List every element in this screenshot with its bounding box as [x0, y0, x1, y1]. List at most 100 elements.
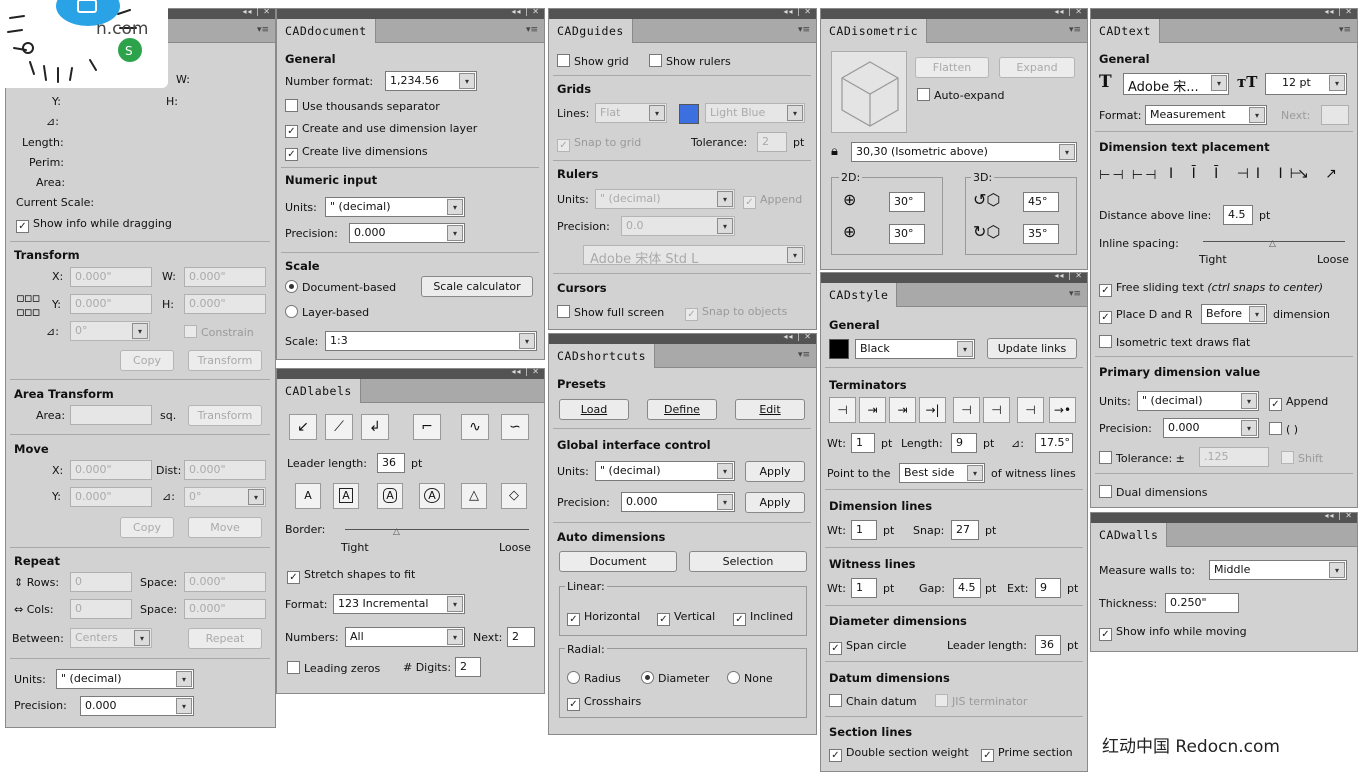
flatten-button[interactable]: Flatten	[915, 57, 989, 78]
witness-wt-input[interactable]: 1	[851, 578, 877, 598]
panel-menu-icon[interactable]: ▾≡	[1069, 289, 1081, 299]
inclined-checkbox[interactable]: ✓ Inclined	[733, 610, 793, 626]
placement-vertical-icons[interactable]: I Ī Ī ⊣I I⊢	[1169, 167, 1309, 181]
grid-color-select[interactable]: Light Blue ▾	[705, 103, 805, 123]
move-angle-select[interactable]: 0° ▾	[184, 487, 266, 507]
panel-menu-icon[interactable]: ▾≡	[798, 25, 810, 35]
global-units-select[interactable]: " (decimal) ▾	[595, 461, 735, 481]
area-transform-button[interactable]: Transform	[188, 405, 262, 426]
snap-grid-checkbox[interactable]: ✓ Snap to grid	[557, 136, 641, 152]
color-swatch[interactable]	[829, 339, 849, 359]
transform-h-input[interactable]: 0.000"	[184, 294, 266, 314]
tab-caddocument[interactable]: CADdocument	[277, 19, 376, 43]
ruler-units-select[interactable]: " (decimal) ▾	[595, 189, 735, 209]
move-y-input[interactable]: 0.000"	[70, 487, 152, 507]
selection-button[interactable]: Selection	[689, 551, 807, 572]
parens-checkbox[interactable]: ( )	[1269, 422, 1298, 437]
diameter-radio[interactable]: Diameter	[641, 671, 709, 686]
area-input[interactable]	[70, 405, 152, 425]
grid-color-swatch[interactable]	[679, 104, 699, 124]
show-info-checkbox[interactable]: ✓ Show info while dragging	[16, 217, 172, 233]
jis-checkbox[interactable]: JIS terminator	[935, 694, 1027, 709]
terminator-4-icon[interactable]: →|	[919, 397, 946, 423]
color-select[interactable]: Black ▾	[855, 339, 975, 359]
placement-angled-icons[interactable]: ↘ ↗	[1297, 167, 1343, 181]
units-select[interactable]: " (decimal) ▾	[325, 197, 465, 217]
place-dr-checkbox[interactable]: ✓ Place D and R	[1099, 308, 1193, 324]
3d-rotate-input[interactable]: 45°	[1023, 192, 1059, 212]
panel-menu-icon[interactable]: ▾≡	[526, 25, 538, 35]
leader-style-1-icon[interactable]: ↙	[289, 414, 317, 440]
leader-style-3-icon[interactable]: ↲	[361, 414, 389, 440]
precision-select[interactable]: 0.000 ▾	[349, 223, 465, 243]
tab-cadtext[interactable]: CADtext	[1091, 19, 1160, 43]
label-shape-circle[interactable]: A	[419, 483, 445, 509]
radius-radio[interactable]: Radius	[567, 671, 621, 686]
digits-input[interactable]: 2	[455, 657, 481, 677]
edit-button[interactable]: Edit	[735, 399, 805, 420]
leader-style-6-icon[interactable]: ∽	[501, 414, 529, 440]
scale-calculator-button[interactable]: Scale calculator	[421, 276, 533, 297]
none-radio[interactable]: None	[727, 671, 773, 686]
full-screen-checkbox[interactable]: Show full screen	[557, 305, 664, 320]
auto-expand-checkbox[interactable]: Auto-expand	[917, 88, 1004, 103]
label-shape-none[interactable]: A	[295, 483, 321, 509]
terminator-angle-input[interactable]: 17.5°	[1035, 433, 1073, 453]
transform-button[interactable]: Transform	[188, 350, 262, 371]
doc-based-radio[interactable]: Document-based	[285, 280, 396, 295]
rows-input[interactable]: 0	[70, 572, 132, 592]
leader-length-input[interactable]: 36	[377, 453, 405, 473]
apply-precision-button[interactable]: Apply	[745, 492, 805, 513]
point-to-select[interactable]: Best side ▾	[899, 463, 985, 483]
dual-checkbox[interactable]: Dual dimensions	[1099, 485, 1207, 500]
terminator-7-icon[interactable]: ⊣	[1017, 397, 1044, 423]
horizontal-checkbox[interactable]: ✓ Horizontal	[567, 610, 640, 626]
append-checkbox[interactable]: ✓ Append	[743, 193, 802, 209]
measure-select[interactable]: Middle ▾	[1209, 560, 1347, 580]
tab-cadstyle[interactable]: CADstyle	[821, 283, 898, 307]
terminator-3-icon[interactable]: ⇥	[889, 397, 916, 423]
place-dr-select[interactable]: Before ▾	[1201, 304, 1267, 324]
label-shape-square[interactable]: A	[333, 483, 359, 509]
label-shape-diamond-icon[interactable]: ◇	[501, 483, 527, 509]
move-dist-input[interactable]: 0.000"	[184, 460, 266, 480]
terminator-1-icon[interactable]: ⊣	[829, 397, 856, 423]
show-rulers-checkbox[interactable]: Show rulers	[649, 54, 731, 69]
3d-tilt-input[interactable]: 35°	[1023, 224, 1059, 244]
format-select[interactable]: 123 Incremental ▾	[333, 594, 465, 614]
constrain-checkbox[interactable]: Constrain	[184, 325, 254, 340]
snap-objects-checkbox[interactable]: ✓ Snap to objects	[685, 305, 787, 321]
dim-layer-checkbox[interactable]: ✓ Create and use dimension layer	[285, 122, 477, 138]
expand-button[interactable]: Expand	[999, 57, 1075, 78]
lines-select[interactable]: Flat ▾	[595, 103, 667, 123]
isometric-preset-select[interactable]: 30,30 (Isometric above) ▾	[851, 142, 1077, 162]
tab-cadlabels[interactable]: CADlabels	[277, 379, 361, 403]
global-precision-select[interactable]: 0.000 ▾	[621, 492, 735, 512]
double-section-checkbox[interactable]: ✓ Double section weight	[829, 746, 969, 762]
text-next-input[interactable]	[1321, 105, 1349, 125]
snap-input[interactable]: 27	[951, 520, 979, 540]
primary-units-select[interactable]: " (decimal) ▾	[1137, 391, 1259, 411]
tolerance-checkbox[interactable]: Tolerance: ±	[1099, 451, 1185, 466]
move-copy-button[interactable]: Copy	[120, 517, 174, 538]
load-button[interactable]: Load	[559, 399, 629, 420]
append-checkbox[interactable]: ✓ Append	[1269, 395, 1328, 411]
cols-space-input[interactable]: 0.000"	[184, 599, 266, 619]
border-slider-thumb[interactable]: △	[393, 527, 400, 537]
placement-horizontal-icons[interactable]: ⊢⊣ ⊢⊣	[1099, 169, 1158, 183]
primary-precision-select[interactable]: 0.000 ▾	[1163, 418, 1259, 438]
number-format-select[interactable]: 1,234.56 ▾	[385, 71, 477, 91]
apply-units-button[interactable]: Apply	[745, 461, 805, 482]
terminator-2-icon[interactable]: ⇥	[859, 397, 886, 423]
leader-style-4-icon[interactable]: ⌐	[413, 414, 441, 440]
diameter-leader-input[interactable]: 36	[1035, 635, 1061, 655]
font-select[interactable]: Adobe 宋... ▾	[1123, 73, 1229, 95]
gap-input[interactable]: 4.5	[953, 578, 981, 598]
thousands-checkbox[interactable]: Use thousands separator	[285, 99, 440, 114]
live-dims-checkbox[interactable]: ✓ Create live dimensions	[285, 145, 428, 161]
show-grid-checkbox[interactable]: Show grid	[557, 54, 629, 69]
free-sliding-checkbox[interactable]: ✓ Free sliding text (ctrl snaps to center…	[1099, 281, 1323, 297]
reference-point-icon[interactable]: ▫▫▫ ▫▫▫	[16, 292, 40, 320]
leader-style-5-icon[interactable]: ∿	[461, 414, 489, 440]
panel-menu-icon[interactable]: ▾≡	[1069, 25, 1081, 35]
